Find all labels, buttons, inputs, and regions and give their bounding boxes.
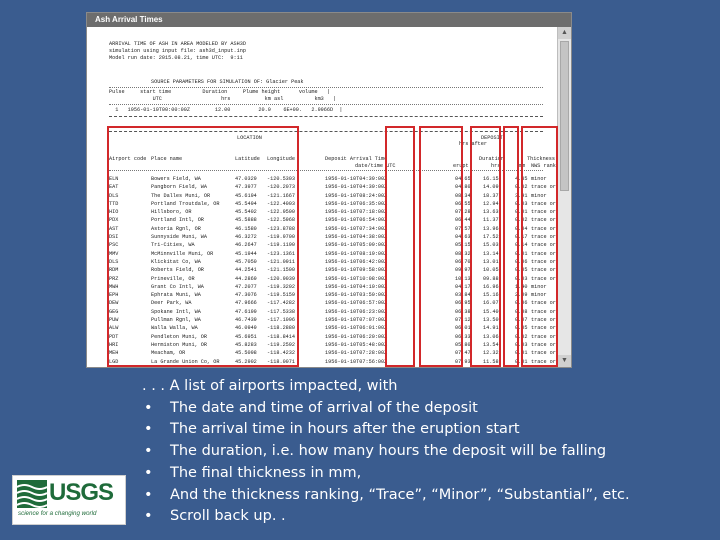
caption-bullet-text: The date and time of arrival of the depo… xyxy=(170,399,478,416)
bullet-icon: • xyxy=(144,508,153,525)
highlight-duration xyxy=(470,126,501,367)
header-line-1: ARRIVAL TIME OF ASH IN AREA MODELED BY A… xyxy=(109,41,246,47)
bullet-icon: • xyxy=(144,421,153,438)
caption-bullet-text: The arrival time in hours after the erup… xyxy=(170,421,520,438)
ash-arrival-window: Ash Arrival Times ARRIVAL TIME OF ASH IN… xyxy=(86,12,572,368)
caption-list: • The date and time of arrival of the dep… xyxy=(142,398,712,528)
highlight-arrival-time xyxy=(385,126,415,367)
caption-bullet-text: The final thickness in mm, xyxy=(170,464,362,481)
header-line-3: Model run date: 2015.08.21, time UTC: 9:… xyxy=(109,55,243,61)
highlight-location xyxy=(107,126,299,367)
scroll-thumb[interactable] xyxy=(560,41,569,191)
usgs-wave-icon xyxy=(17,480,47,508)
header-line-2: simulation using input file: ash3d_input… xyxy=(109,48,246,54)
params-separator-top xyxy=(109,87,543,88)
usgs-wordmark: USGS xyxy=(49,479,114,506)
params-separator-mid xyxy=(109,104,543,105)
highlight-nws-rank xyxy=(521,126,558,367)
params-header: Pulse start time Duration Plume height v… xyxy=(109,89,331,95)
caption-bullet-item: • The date and time of arrival of the dep… xyxy=(142,398,712,420)
usgs-logo: USGS science for a changing world xyxy=(12,475,126,525)
params-values: 1 1956-01-10T00:00:00Z 12.00 20.0 6E+00.… xyxy=(109,107,343,113)
caption-bullet-text: And the thickness ranking, “Trace”, “Min… xyxy=(170,486,630,503)
params-title: SOURCE PARAMETERS FOR SIMULATION OF: Gla… xyxy=(151,79,304,85)
caption-bullet-item: • And the thickness ranking, “Trace”, “Mi… xyxy=(142,485,712,507)
bullet-icon: • xyxy=(144,464,153,481)
caption-bullet-item: • The final thickness in mm, xyxy=(142,463,712,485)
highlight-thickness-mm xyxy=(503,126,519,367)
params-units: UTC hrs km asl km3 | xyxy=(109,96,337,102)
caption-bullet-text: The duration, i.e. how many hours the de… xyxy=(170,443,607,460)
bullet-icon: • xyxy=(144,486,153,503)
scroll-down-arrow-icon[interactable]: ▼ xyxy=(558,355,571,367)
caption-bullet-item: • The arrival time in hours after the eru… xyxy=(142,419,712,441)
caption-intro: . . . A list of airports impacted, with xyxy=(142,378,398,394)
usgs-tagline: science for a changing world xyxy=(18,510,97,517)
scroll-up-arrow-icon[interactable]: ▲ xyxy=(558,27,571,39)
caption-bullet-text: Scroll back up. . xyxy=(170,508,286,525)
bullet-icon: • xyxy=(144,443,153,460)
highlight-hours-after xyxy=(419,126,463,367)
caption-bullet-item: • The duration, i.e. how many hours the d… xyxy=(142,441,712,463)
caption-bullet-item: • Scroll back up. . xyxy=(142,506,712,528)
window-title: Ash Arrival Times xyxy=(87,13,571,27)
bullet-icon: • xyxy=(144,399,153,416)
params-separator-bottom xyxy=(109,116,543,117)
caption: . . . A list of airports impacted, with … xyxy=(142,376,712,528)
col-arrival: Deposit Arrival Time xyxy=(325,156,388,162)
vertical-scrollbar[interactable]: ▲ ▼ xyxy=(557,27,571,367)
